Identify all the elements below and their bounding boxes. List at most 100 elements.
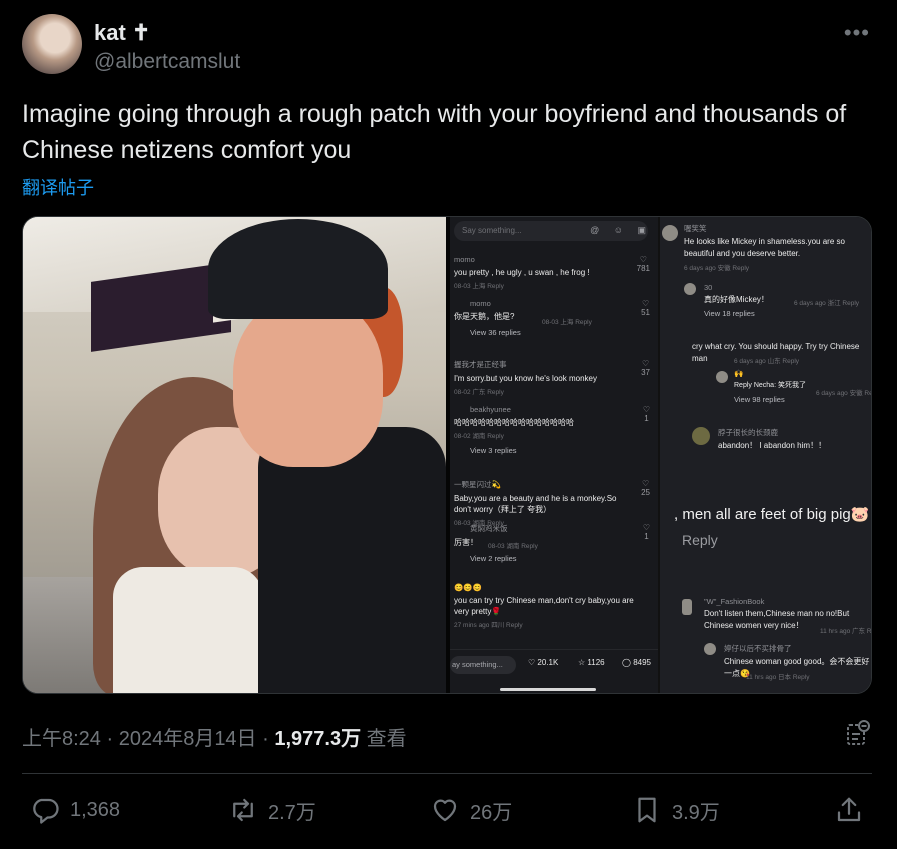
comment-item: momo you pretty , he ugly , u swan , he … — [454, 255, 654, 290]
comment-text: He looks like Mickey in shameless.you ar… — [684, 237, 845, 258]
comment-item: 黄焖鸡米饭 厉害！ 08-03 湖南 Reply View 2 replies … — [454, 523, 654, 563]
comment-like-count: ♡ 1 — [642, 405, 650, 423]
comment-meta: 6 days ago 山东 Reply — [734, 358, 800, 365]
comment-meta: 27 mins ago 四川 Reply — [454, 622, 523, 629]
action-bar: 1,368 2.7万 26万 3.9万 — [22, 790, 872, 830]
comment-meta: 08-02 广东 Reply — [454, 389, 504, 396]
bookmark-count: 3.9万 — [672, 801, 720, 824]
like-count: 51 — [641, 308, 650, 317]
comment-user: momo — [470, 299, 491, 308]
comment-item: 婷仔以后不买排骨了 Chinese woman good good。会不会更好一… — [724, 643, 871, 681]
couple-photo[interactable] — [23, 217, 446, 693]
commenter-avatar — [684, 283, 696, 295]
like-button[interactable]: 26万 — [430, 790, 512, 830]
comment-user: 一颗星闪过💫 — [454, 480, 501, 489]
comment-meta: 08-02 湖南 Reply — [454, 433, 504, 440]
comment-meta: 08-03 上海 Reply — [542, 319, 592, 326]
comment-user: 🙌 — [734, 369, 744, 378]
comment-user: 婷仔以后不买排骨了 — [724, 644, 792, 653]
like-count: 1 — [644, 414, 649, 423]
comment-meta: 11 hrs ago 广东 Reply — [820, 628, 872, 635]
comment-meta: 08-03 上海 Reply — [454, 283, 504, 290]
commenter-avatar — [716, 371, 728, 383]
bookmark-button[interactable]: 3.9万 — [632, 790, 720, 830]
comment-item: cry what cry. You should happy. Try try … — [692, 339, 871, 365]
author-name[interactable]: kat ✝ — [94, 20, 150, 46]
comment-item: 握我才是正经事 I'm sorry.but you know he's look… — [454, 359, 654, 396]
comments-screenshot-left[interactable]: Say something... @ ☺ ▣ momo you pretty ,… — [450, 217, 658, 693]
post-text: Imagine going through a rough patch with… — [22, 100, 847, 164]
post-meta: 上午8:24 · 2024年8月14日 · 1,977.3万 查看 — [22, 722, 407, 751]
like-count: 1 — [644, 532, 649, 541]
comment-like-count: ♡ 37 — [641, 359, 650, 377]
more-icon[interactable]: ••• — [844, 20, 870, 46]
comment-meta: 08-03 湖南 Reply — [488, 543, 538, 550]
comment-item: 一颗星闪过💫 Baby,you are a beauty and he is a… — [454, 479, 654, 527]
comments-stat: ◯ 8495 — [622, 658, 651, 667]
photo-man-face — [233, 297, 383, 467]
home-indicator — [500, 688, 596, 691]
commenter-avatar — [704, 643, 716, 655]
comment-item: 🙌 Reply Necha: 笑死我了 6 days ago 安徽 Reply … — [734, 369, 872, 406]
share-icon — [837, 797, 861, 822]
commenter-avatar — [682, 599, 692, 615]
reply-icon — [33, 798, 59, 824]
comment-bar-icons: @ ☺ ▣ — [590, 225, 652, 235]
reply-button[interactable]: 1,368 — [30, 790, 120, 830]
comment-user: 😊😊😊 — [454, 583, 483, 592]
commenter-avatar — [692, 427, 710, 445]
post-media[interactable]: Say something... @ ☺ ▣ momo you pretty ,… — [22, 216, 872, 694]
comment-item: "W"_FashionBook Don't listen them,Chines… — [704, 597, 872, 635]
like-count: 25 — [641, 488, 650, 497]
view-replies: View 2 replies — [470, 554, 517, 563]
comment-user: momo — [454, 255, 475, 264]
share-button[interactable] — [834, 790, 874, 830]
comment-meta: 6 days ago 安徽 Reply — [684, 265, 750, 272]
photo-man-body — [258, 427, 446, 693]
highlight-reply: Reply — [682, 532, 718, 548]
like-count: 26万 — [470, 801, 513, 824]
comment-bottom-bar: ay something... ♡ 20.1K ☆ 1126 ◯ 8495 — [450, 649, 658, 693]
comment-text: 哈哈哈哈哈哈哈哈哈哈哈哈哈哈哈 — [454, 418, 574, 427]
comment-meta: 6 days ago 安徽 Reply — [816, 390, 872, 397]
view-replies: View 18 replies — [704, 309, 755, 318]
comment-like-count: ♡ 781 — [636, 255, 650, 273]
divider — [22, 773, 872, 774]
comment-user: 30 — [704, 283, 713, 292]
author-handle[interactable]: @albertcamslut — [94, 50, 240, 74]
comment-user: 黄焖鸡米饭 — [470, 524, 508, 533]
post-header: kat ✝ @albertcamslut ••• — [22, 14, 874, 76]
like-count: 37 — [641, 368, 650, 377]
comment-user: beakhyunee — [470, 405, 511, 414]
comment-text: you pretty , he ugly , u swan , he frog … — [454, 268, 590, 277]
favs-count: 1126 — [587, 658, 605, 667]
comment-text: you can try try Chinese man,don't cry ba… — [454, 596, 634, 616]
comment-text: Baby,you are a beauty and he is a monkey… — [454, 494, 617, 514]
highlight-comment: , men all are feet of big pig🐷 — [674, 506, 870, 523]
comment-text: I'm sorry.but you know he's look monkey — [454, 374, 597, 383]
comment-item: beakhyunee 哈哈哈哈哈哈哈哈哈哈哈哈哈哈哈 08-02 湖南 Repl… — [454, 405, 654, 455]
comment-user: "W"_FashionBook — [704, 597, 765, 606]
bookmark-icon — [638, 797, 656, 823]
like-icon — [433, 799, 457, 822]
analytics-icon[interactable] — [846, 720, 870, 746]
view-replies: View 3 replies — [470, 446, 517, 455]
photo-cap — [208, 219, 388, 319]
view-replies: View 36 replies — [470, 328, 521, 337]
photo-woman-top — [113, 567, 263, 693]
comment-item: 30 真的好像Mickey！ 6 days ago 浙江 Reply View … — [704, 283, 871, 320]
comment-like-count: ♡ 1 — [642, 523, 650, 541]
post-timestamp[interactable]: 上午8:24 · 2024年8月14日 · — [22, 728, 274, 750]
comment-user: 脖子很长的长颈鹿 — [718, 428, 778, 437]
reply-count: 1,368 — [70, 798, 121, 821]
avatar[interactable] — [22, 14, 82, 74]
comment-item: 脖子很长的长颈鹿 abandon！ I abandon him！！ — [718, 427, 871, 452]
comment-user: 喔笑笑 — [684, 224, 707, 233]
comments-screenshot-right[interactable]: 喔笑笑 He looks like Mickey in shameless.yo… — [660, 217, 872, 693]
like-count: 781 — [636, 264, 650, 273]
repost-button[interactable]: 2.7万 — [228, 790, 316, 830]
view-label: 查看 — [361, 728, 407, 750]
translate-link[interactable]: 翻译帖子 — [22, 174, 94, 200]
commenter-avatar — [662, 225, 678, 241]
comment-item: 喔笑笑 He looks like Mickey in shameless.yo… — [684, 223, 871, 272]
